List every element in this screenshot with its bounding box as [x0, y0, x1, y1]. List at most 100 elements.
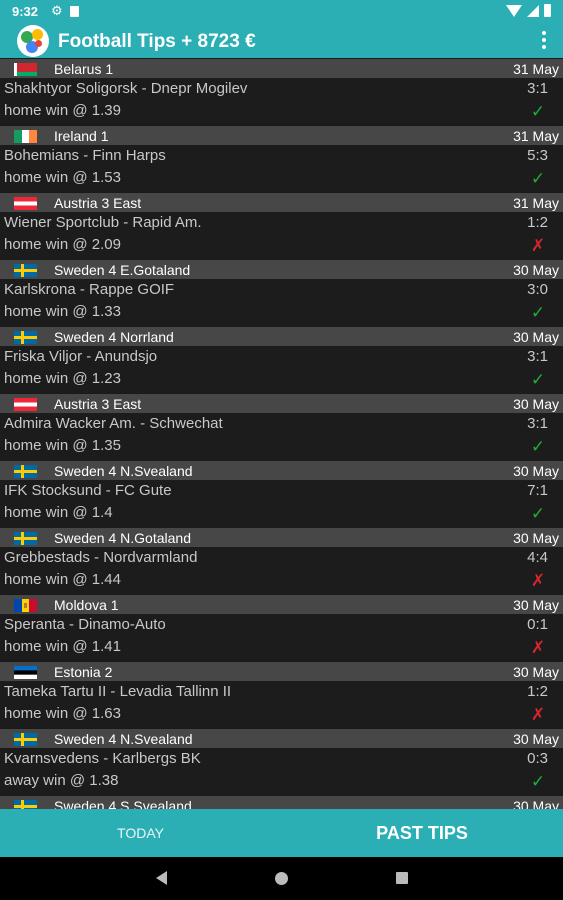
wifi-icon [506, 4, 522, 17]
match-row[interactable]: Grebbestads - Nordvarmland 4:4 home win @ … [0, 547, 563, 594]
sweden-flag-icon [14, 800, 37, 809]
match-score: 1:2 [527, 214, 548, 231]
ireland-flag-icon [14, 130, 37, 143]
match-teams: Bohemians - Finn Harps [4, 147, 166, 164]
cross-icon: ✗ [530, 571, 546, 590]
match-teams: Shakhtyor Soligorsk - Dnepr Mogilev [4, 80, 248, 97]
tip-pick: home win @ 1.33 [4, 303, 121, 320]
league-header: Austria 3 East 31 May [0, 192, 563, 212]
league-name: Belarus 1 [54, 61, 114, 77]
match-date: 31 May [513, 61, 559, 77]
status-bar: 9:32 ⚙ [0, 0, 563, 24]
tip-pick: home win @ 1.23 [4, 370, 121, 387]
league-name: Moldova 1 [54, 597, 119, 613]
match-row[interactable]: Bohemians - Finn Harps 5:3 home win @ 1.53… [0, 145, 563, 192]
match-score: 3:1 [527, 415, 548, 432]
battery-icon [544, 4, 551, 17]
match-teams: Kvarnsvedens - Karlbergs BK [4, 750, 201, 767]
sweden-flag-icon [14, 465, 37, 478]
app-title: Football Tips + 8723 € [58, 31, 256, 52]
match-row[interactable]: Friska Viljor - Anundsjo 3:1 home win @ 1.… [0, 346, 563, 393]
league-name: Austria 3 East [54, 396, 142, 412]
tab-today[interactable]: TODAY [0, 809, 281, 857]
match-date: 31 May [513, 128, 559, 144]
tip-pick: home win @ 1.35 [4, 437, 121, 454]
league-name: Ireland 1 [54, 128, 109, 144]
league-name: Sweden 4 N.Gotaland [54, 530, 191, 546]
tips-list[interactable]: Belarus 1 31 May Shakhtyor Soligorsk - Dne… [0, 58, 563, 809]
league-header: Austria 3 East 30 May [0, 393, 563, 413]
match-row[interactable]: Speranta - Dinamo-Auto 0:1 home win @ 1.41… [0, 614, 563, 661]
sweden-flag-icon [14, 331, 37, 344]
checkmark-icon: ✓ [530, 772, 546, 791]
league-header: Sweden 4 Norrland 30 May [0, 326, 563, 346]
match-teams: Karlskrona - Rappe GOIF [4, 281, 175, 298]
match-date: 30 May [513, 463, 559, 479]
cross-icon: ✗ [530, 705, 546, 724]
league-header: Estonia 2 30 May [0, 661, 563, 681]
checkmark-icon: ✓ [530, 504, 546, 523]
match-row[interactable]: Admira Wacker Am. - Schwechat 3:1 home win… [0, 413, 563, 460]
match-score: 7:1 [527, 482, 548, 499]
match-date: 30 May [513, 396, 559, 412]
overflow-menu-icon[interactable] [542, 31, 546, 49]
league-name: Sweden 4 N.Svealand [54, 463, 193, 479]
match-date: 30 May [513, 731, 559, 747]
match-score: 3:1 [527, 348, 548, 365]
league-header: Sweden 4 S.Svealand 30 May [0, 795, 563, 809]
cross-icon: ✗ [530, 236, 546, 255]
match-date: 30 May [513, 597, 559, 613]
match-row[interactable]: Tameka Tartu II - Levadia Tallinn II 1:2 h… [0, 681, 563, 728]
match-date: 30 May [513, 329, 559, 345]
app-bar: Football Tips + 8723 € [0, 24, 563, 58]
match-row[interactable]: Kvarnsvedens - Karlbergs BK 0:3 away win @… [0, 748, 563, 795]
match-date: 30 May [513, 262, 559, 278]
back-icon[interactable] [156, 871, 167, 885]
match-teams: Grebbestads - Nordvarmland [4, 549, 198, 566]
estonia-flag-icon [14, 666, 37, 679]
tab-past-tips[interactable]: PAST TIPS [281, 809, 563, 857]
app-logo-icon [17, 25, 49, 57]
sd-card-icon [70, 6, 79, 17]
match-date: 30 May [513, 530, 559, 546]
match-row[interactable]: Karlskrona - Rappe GOIF 3:0 home win @ 1.3… [0, 279, 563, 326]
status-icons [506, 4, 551, 17]
match-teams: Friska Viljor - Anundsjo [4, 348, 158, 365]
league-name: Sweden 4 S.Svealand [54, 798, 192, 809]
cross-icon: ✗ [530, 638, 546, 657]
league-header: Belarus 1 31 May [0, 58, 563, 78]
match-teams: Tameka Tartu II - Levadia Tallinn II [4, 683, 232, 700]
system-navigation-bar [0, 857, 563, 900]
match-score: 5:3 [527, 147, 548, 164]
tip-pick: home win @ 1.63 [4, 705, 121, 722]
checkmark-icon: ✓ [530, 303, 546, 322]
recents-icon[interactable] [396, 872, 408, 884]
match-teams: Speranta - Dinamo-Auto [4, 616, 166, 633]
tip-pick: home win @ 1.39 [4, 102, 121, 119]
league-header: Ireland 1 31 May [0, 125, 563, 145]
austria-flag-icon [14, 398, 37, 411]
match-teams: IFK Stocksund - FC Gute [4, 482, 172, 499]
signal-icon [527, 4, 539, 17]
tip-pick: home win @ 1.41 [4, 638, 121, 655]
match-row[interactable]: Wiener Sportclub - Rapid Am. 1:2 home win … [0, 212, 563, 259]
sweden-flag-icon [14, 532, 37, 545]
match-score: 0:1 [527, 616, 548, 633]
sweden-flag-icon [14, 733, 37, 746]
match-row[interactable]: IFK Stocksund - FC Gute 7:1 home win @ 1.4… [0, 480, 563, 527]
tip-pick: home win @ 1.44 [4, 571, 121, 588]
match-row[interactable]: Shakhtyor Soligorsk - Dnepr Mogilev 3:1 ho… [0, 78, 563, 125]
status-time: 9:32 [12, 4, 39, 19]
belarus-flag-icon [14, 63, 37, 76]
sweden-flag-icon [14, 264, 37, 277]
tip-pick: home win @ 1.4 [4, 504, 113, 521]
match-date: 31 May [513, 195, 559, 211]
home-icon[interactable] [275, 872, 288, 885]
match-date: 30 May [513, 798, 559, 809]
tip-pick: away win @ 1.38 [4, 772, 119, 789]
league-name: Sweden 4 Norrland [54, 329, 174, 345]
gear-icon: ⚙ [51, 3, 63, 18]
checkmark-icon: ✓ [530, 370, 546, 389]
league-header: Sweden 4 N.Svealand 30 May [0, 728, 563, 748]
match-score: 3:1 [527, 80, 548, 97]
